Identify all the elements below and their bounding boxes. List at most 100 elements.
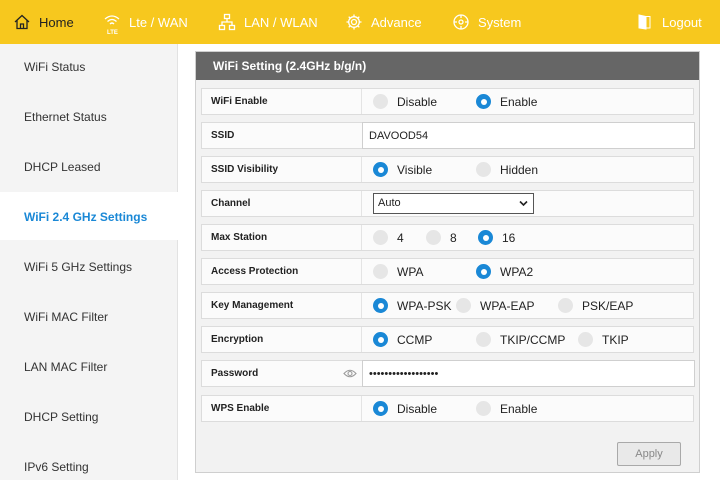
- wifi-enable-enable-radio[interactable]: Enable: [476, 89, 537, 114]
- nav-advance[interactable]: Advance: [345, 0, 422, 44]
- encryption-tkip-radio[interactable]: TKIP: [578, 327, 629, 352]
- wifi-settings-panel: WiFi Setting (2.4GHz b/g/n) WiFi Enable …: [195, 51, 700, 473]
- divider: [361, 327, 362, 352]
- radio-circle-selected: [478, 230, 493, 245]
- divider: [361, 293, 362, 318]
- access-protection-wpa2-radio[interactable]: WPA2: [476, 259, 533, 284]
- nav-lte-wan-label: Lte / WAN: [129, 14, 188, 30]
- max-station-4-radio[interactable]: 4: [373, 225, 404, 250]
- divider: [361, 225, 362, 250]
- apply-button[interactable]: Apply: [617, 442, 681, 466]
- divider: [361, 396, 362, 421]
- system-icon: [453, 14, 469, 30]
- nav-home[interactable]: Home: [13, 0, 74, 44]
- logout-door-icon: [638, 14, 651, 30]
- nav-system[interactable]: System: [452, 0, 521, 44]
- row-wifi-enable: WiFi Enable Disable Enable: [201, 88, 694, 115]
- radio-circle: [373, 264, 388, 279]
- key-management-wpa-eap-radio[interactable]: WPA-EAP: [456, 293, 534, 318]
- radio-circle-selected: [373, 332, 388, 347]
- nav-lan-wlan-label: LAN / WLAN: [244, 14, 318, 30]
- top-navigation-bar: Home LTE Lte / WAN LAN / WLAN Advance Sy…: [0, 0, 720, 44]
- access-protection-wpa-radio[interactable]: WPA: [373, 259, 423, 284]
- radio-circle-selected: [373, 162, 388, 177]
- ssid-visible-radio[interactable]: Visible: [373, 157, 432, 182]
- row-ssid: SSID: [201, 122, 695, 149]
- option-label: WPA: [397, 264, 424, 279]
- max-station-label: Max Station: [211, 232, 268, 243]
- nav-advance-label: Advance: [371, 14, 422, 30]
- sidebar-item-wifi-status[interactable]: WiFi Status: [24, 60, 85, 74]
- option-label: Visible: [397, 162, 433, 177]
- row-max-station: Max Station 4 8 16: [201, 224, 694, 251]
- sidebar-item-dhcp-leased[interactable]: DHCP Leased: [24, 160, 101, 174]
- option-label: CCMP: [397, 332, 433, 347]
- radio-circle: [476, 162, 491, 177]
- radio-circle: [456, 298, 471, 313]
- radio-circle: [558, 298, 573, 313]
- radio-circle: [578, 332, 593, 347]
- wps-enable-label: WPS Enable: [211, 403, 270, 414]
- row-password: Password: [201, 360, 695, 387]
- key-management-wpa-psk-radio[interactable]: WPA-PSK: [373, 293, 451, 318]
- key-management-psk-eap-radio[interactable]: PSK/EAP: [558, 293, 633, 318]
- sidebar-item-lan-mac-filter[interactable]: LAN MAC Filter: [24, 360, 107, 374]
- key-management-label: Key Management: [211, 300, 294, 311]
- wps-enable-radio[interactable]: Enable: [476, 396, 537, 421]
- max-station-8-radio[interactable]: 8: [426, 225, 457, 250]
- wifi-enable-disable-radio[interactable]: Disable: [373, 89, 437, 114]
- sidebar: WiFi Status Ethernet Status DHCP Leased …: [0, 44, 178, 480]
- radio-circle: [476, 401, 491, 416]
- sidebar-item-wifi-5ghz-settings[interactable]: WiFi 5 GHz Settings: [24, 260, 132, 274]
- wifi-signal-icon: [104, 15, 120, 25]
- ssid-input[interactable]: [362, 122, 695, 149]
- gear-icon: [346, 14, 362, 30]
- option-label: Disable: [397, 401, 438, 416]
- encryption-label: Encryption: [211, 334, 264, 345]
- sidebar-item-wifi-mac-filter[interactable]: WiFi MAC Filter: [24, 310, 108, 324]
- max-station-16-radio[interactable]: 16: [478, 225, 515, 250]
- radio-circle: [476, 332, 491, 347]
- radio-circle-selected: [476, 264, 491, 279]
- radio-circle: [426, 230, 441, 245]
- nav-lan-wlan[interactable]: LAN / WLAN: [218, 0, 318, 44]
- channel-select[interactable]: Auto: [373, 193, 534, 214]
- sidebar-item-ipv6-setting[interactable]: IPv6 Setting: [24, 460, 89, 474]
- wifi-enable-label: WiFi Enable: [211, 96, 268, 107]
- password-input[interactable]: [362, 360, 695, 387]
- ssid-hidden-radio[interactable]: Hidden: [476, 157, 538, 182]
- row-wps-enable: WPS Enable Disable Enable: [201, 395, 694, 422]
- option-label: Enable: [500, 401, 538, 416]
- option-label: WPA-EAP: [480, 298, 535, 313]
- option-label: Hidden: [500, 162, 539, 177]
- sidebar-item-ethernet-status[interactable]: Ethernet Status: [24, 110, 107, 124]
- access-protection-label: Access Protection: [211, 266, 299, 277]
- panel-title: WiFi Setting (2.4GHz b/g/n): [196, 52, 699, 80]
- sidebar-item-dhcp-setting[interactable]: DHCP Setting: [24, 410, 98, 424]
- sidebar-item-wifi-24ghz-settings[interactable]: WiFi 2.4 GHz Settings: [24, 210, 147, 224]
- nav-home-label: Home: [39, 14, 74, 30]
- option-label: WPA2: [500, 264, 534, 279]
- encryption-ccmp-radio[interactable]: CCMP: [373, 327, 432, 352]
- option-label: 4: [397, 230, 404, 245]
- eye-icon[interactable]: [343, 368, 357, 379]
- ssid-label: SSID: [211, 130, 235, 141]
- network-icon: [218, 13, 236, 31]
- chevron-down-icon: [519, 200, 528, 207]
- option-label: TKIP/CCMP: [500, 332, 566, 347]
- channel-label: Channel: [211, 198, 251, 209]
- radio-circle: [373, 94, 388, 109]
- encryption-tkip-ccmp-radio[interactable]: TKIP/CCMP: [476, 327, 565, 352]
- option-label: 8: [450, 230, 457, 245]
- divider: [361, 191, 362, 216]
- option-label: Disable: [397, 94, 438, 109]
- divider: [361, 259, 362, 284]
- radio-circle: [373, 230, 388, 245]
- radio-circle-selected: [476, 94, 491, 109]
- radio-circle-selected: [373, 298, 388, 313]
- nav-logout[interactable]: Logout: [636, 0, 702, 44]
- password-label: Password: [211, 368, 259, 379]
- nav-lte-wan[interactable]: LTE Lte / WAN: [103, 0, 188, 44]
- radio-circle-selected: [373, 401, 388, 416]
- wps-disable-radio[interactable]: Disable: [373, 396, 437, 421]
